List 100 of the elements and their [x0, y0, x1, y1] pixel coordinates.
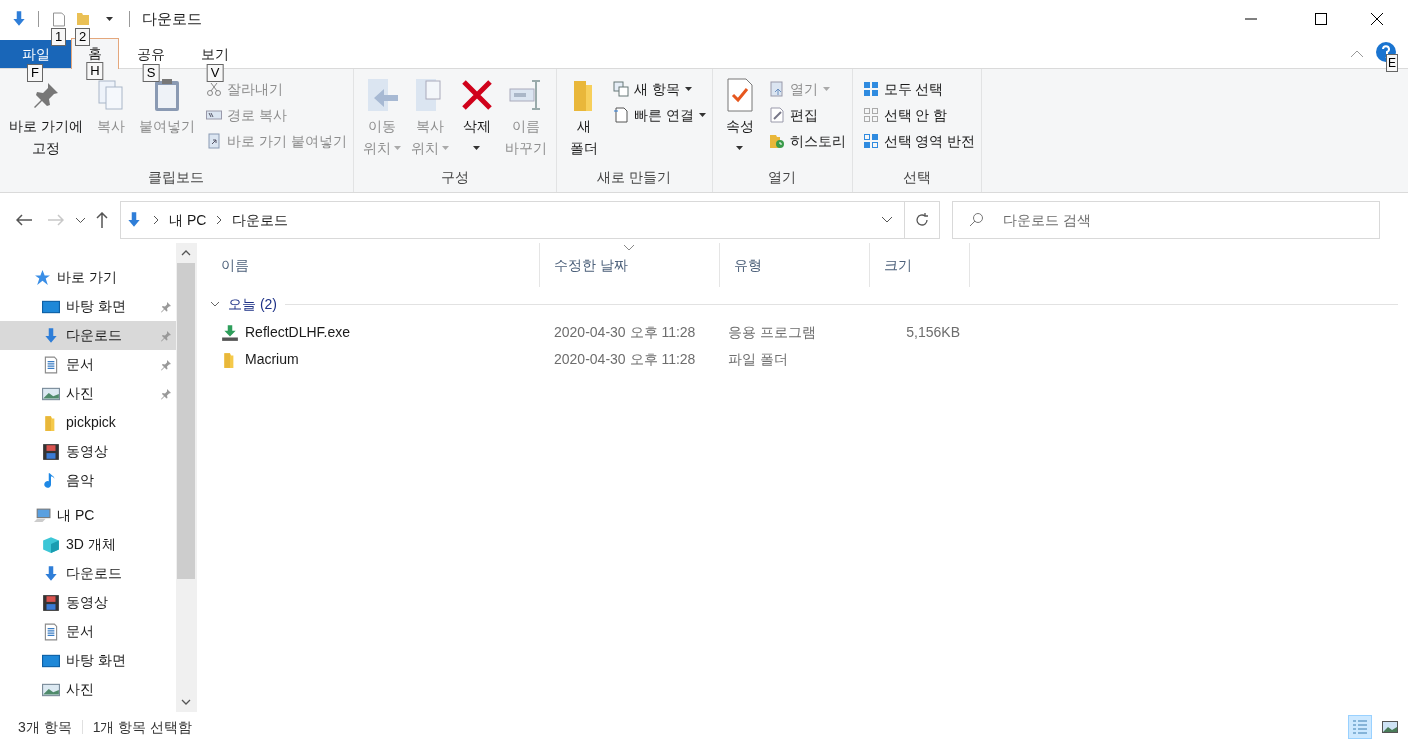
file-row[interactable]: Macrium 2020-04-30 오후 11:28 파일 폴더: [207, 346, 1408, 373]
pushpin-icon: [160, 358, 172, 371]
caret-icon: [441, 146, 449, 150]
keytip: E: [1386, 54, 1398, 72]
address-bar[interactable]: 내 PC 다운로드: [120, 201, 940, 239]
sidebar-item[interactable]: pickpick: [0, 408, 176, 437]
breadcrumb[interactable]: 내 PC: [169, 209, 207, 231]
group-header[interactable]: 오늘 (2): [228, 293, 277, 315]
chevron-up-icon: [181, 250, 191, 256]
ribbon-group-label: 선택: [901, 168, 932, 187]
keytip: 1: [51, 28, 67, 46]
ribbon-group-label: 클립보드: [147, 168, 206, 187]
film-strip-icon: [42, 442, 60, 461]
caret-icon: [822, 87, 830, 91]
column-header[interactable]: 크기: [870, 243, 970, 287]
size-text: 5,156KB: [906, 324, 960, 340]
star-icon: [34, 269, 51, 286]
sidebar-item[interactable]: 동영상: [0, 437, 176, 466]
column-header[interactable]: 유형: [720, 243, 870, 287]
type-text: 파일 폴더: [728, 351, 788, 367]
maximize-icon: [1315, 13, 1327, 25]
pushpin-icon: [160, 300, 172, 313]
collapse-ribbon-icon[interactable]: [1350, 50, 1364, 58]
new-item-icon: [612, 81, 629, 97]
ribbon-button[interactable]: 빠른 연결: [612, 103, 706, 127]
scrollbar[interactable]: [176, 243, 196, 712]
grid-icon: [862, 107, 879, 123]
column-header[interactable]: 수정한 날짜: [540, 243, 720, 287]
ribbon-button[interactable]: 모두 선택: [862, 77, 976, 101]
status-text: 3개 항목: [18, 717, 72, 737]
sort-caret-icon: [624, 245, 634, 251]
file-row[interactable]: ReflectDLHF.exe 2020-04-30 오후 11:28 응용 프로그램 5,156KB: [207, 319, 1408, 346]
sidebar-section[interactable]: 내 PC: [0, 501, 176, 530]
installer-icon: [221, 323, 239, 342]
ribbon-group-label: 구성: [439, 168, 470, 187]
keytip: 2: [75, 28, 91, 46]
sidebar-item[interactable]: 다운로드: [0, 559, 176, 588]
chevron-down-icon: [181, 699, 191, 705]
pushpin-icon: [160, 387, 172, 400]
sidebar-item[interactable]: 바탕 화면: [0, 646, 176, 675]
file-name: Macrium: [245, 350, 299, 369]
history-folder-icon: [768, 133, 785, 149]
film-strip-icon: [42, 593, 60, 612]
pushpin-icon: [160, 329, 172, 342]
keytip: S: [142, 64, 160, 82]
chevron-right-icon: [216, 215, 223, 225]
caret-icon: [105, 17, 113, 21]
date-text: 2020-04-30 오후 11:28: [554, 324, 696, 340]
ribbon-button[interactable]: 편집: [768, 103, 846, 127]
grid-icon: [862, 81, 879, 97]
computer-icon: [34, 507, 51, 524]
ribbon-group-label: 새로 만들기: [596, 168, 673, 187]
ribbon-button[interactable]: 새 항목: [612, 77, 706, 101]
document-icon: [42, 622, 60, 641]
chevron-down-icon[interactable]: [210, 301, 220, 307]
folder-icon: [77, 13, 89, 25]
refresh-icon: [915, 213, 929, 227]
ribbon-button[interactable]: 선택 영역 반전: [862, 129, 976, 153]
sidebar-item[interactable]: 문서: [0, 617, 176, 646]
left-arrow-icon: [16, 214, 32, 226]
sidebar-item[interactable]: 다운로드: [0, 321, 176, 350]
open-document-icon: [768, 81, 785, 97]
sidebar-item[interactable]: 음악: [0, 466, 176, 495]
right-arrow-icon: [48, 214, 64, 226]
ribbon-group-label: 열기: [767, 168, 798, 187]
keytip: F: [27, 64, 43, 82]
document-icon: [42, 355, 60, 374]
sidebar-item[interactable]: 문서: [0, 350, 176, 379]
scissors-icon: [205, 81, 222, 97]
sidebar-item[interactable]: 사진: [0, 675, 176, 704]
pencil-document-icon: [768, 107, 785, 123]
ribbon-button[interactable]: 삭제: [455, 75, 498, 166]
file-name: ReflectDLHF.exe: [245, 323, 351, 342]
ribbon-button[interactable]: 선택 안 함: [862, 103, 976, 127]
window-title: 다운로드: [142, 8, 202, 29]
chevron-right-icon: [153, 215, 159, 225]
sidebar-item[interactable]: 바탕 화면: [0, 292, 176, 321]
chevron-down-icon[interactable]: [882, 217, 892, 223]
caret-icon: [684, 87, 692, 91]
search-icon: [969, 213, 983, 227]
ribbon-button[interactable]: 히스토리: [768, 129, 846, 153]
sidebar-item[interactable]: 사진: [0, 379, 176, 408]
file-menu-tab[interactable]: 파일: [0, 40, 71, 68]
image-view-icon: [1382, 719, 1398, 735]
sidebar-section[interactable]: 바로 가기: [0, 263, 176, 292]
breadcrumb[interactable]: 다운로드: [232, 209, 289, 231]
close-icon: [1371, 13, 1383, 25]
document-icon: [612, 107, 629, 123]
sidebar-item[interactable]: 동영상: [0, 588, 176, 617]
column-header[interactable]: 이름: [207, 243, 540, 287]
search-field[interactable]: 다운로드 검색: [952, 201, 1380, 239]
caret-icon: [473, 146, 481, 150]
caret-icon: [393, 146, 401, 150]
ribbon-button[interactable]: 속성: [718, 75, 761, 166]
keytip: H: [86, 62, 104, 80]
sidebar-item[interactable]: 3D 개체: [0, 530, 176, 559]
ribbon-button[interactable]: 새 폴더: [562, 75, 605, 166]
document-icon: [53, 11, 65, 27]
keytip: V: [206, 64, 224, 82]
cube-icon: [42, 535, 60, 554]
